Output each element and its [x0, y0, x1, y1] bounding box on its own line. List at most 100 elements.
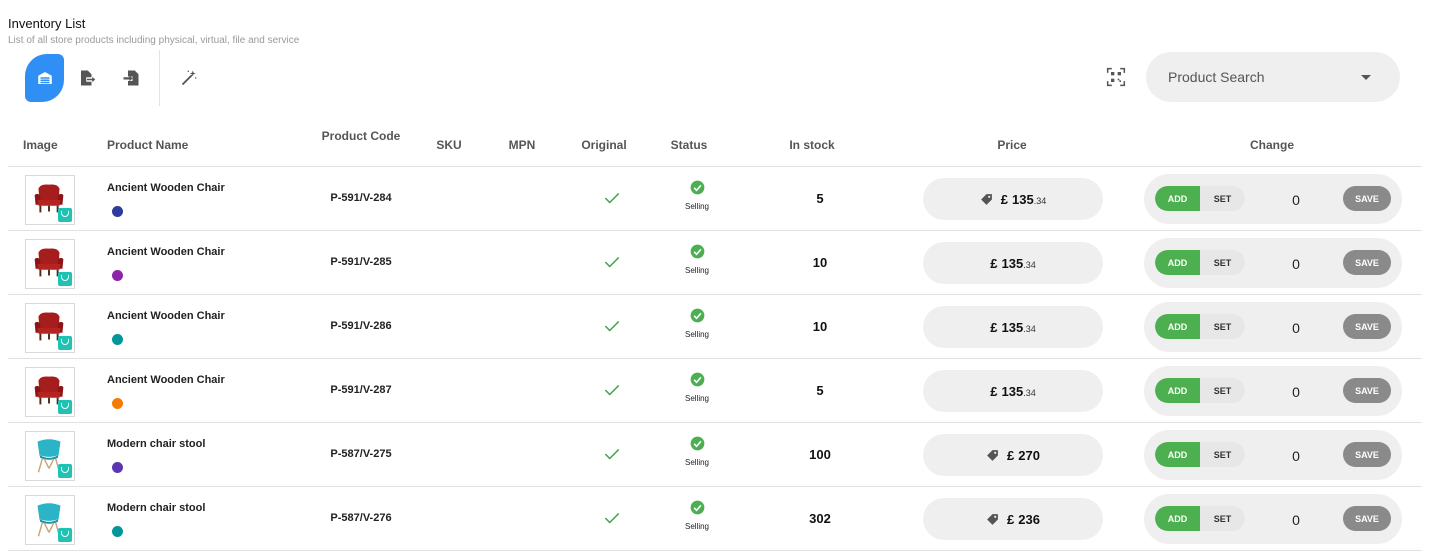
- quantity-input[interactable]: [1269, 378, 1323, 405]
- checkmark-icon: [604, 256, 620, 268]
- set-mode-button[interactable]: SET: [1200, 378, 1245, 403]
- product-thumbnail[interactable]: [25, 367, 75, 417]
- product-name[interactable]: Ancient Wooden Chair: [107, 374, 225, 386]
- quantity-input[interactable]: [1269, 314, 1323, 341]
- stock-count: 302: [809, 511, 831, 526]
- column-header-original: Original: [581, 138, 627, 152]
- change-mode-toggle: ADD SET: [1155, 506, 1245, 531]
- save-button[interactable]: SAVE: [1343, 186, 1391, 211]
- export-button[interactable]: [67, 54, 107, 102]
- product-code: P-591/V-284: [330, 192, 392, 204]
- product-code: P-587/V-276: [330, 512, 392, 524]
- stock-count: 10: [812, 255, 828, 270]
- table-row: Ancient Wooden Chair P-591/V-286 Selling 10…: [8, 295, 1422, 359]
- shopping-bag-icon: [58, 528, 72, 542]
- set-mode-button[interactable]: SET: [1200, 186, 1245, 211]
- quantity-input[interactable]: [1269, 506, 1323, 533]
- table-row: Modern chair stool P-587/V-276 Selling 302 £…: [8, 487, 1422, 551]
- price-tag-icon: [980, 193, 992, 205]
- price-currency: £: [990, 319, 998, 335]
- set-mode-button[interactable]: SET: [1200, 314, 1245, 339]
- save-button[interactable]: SAVE: [1343, 442, 1391, 467]
- product-thumbnail[interactable]: [25, 239, 75, 289]
- price-button[interactable]: £135.34: [923, 178, 1103, 220]
- change-mode-toggle: ADD SET: [1155, 314, 1245, 339]
- set-mode-button[interactable]: SET: [1200, 506, 1245, 531]
- table-row: Ancient Wooden Chair P-591/V-285 Selling 10…: [8, 231, 1422, 295]
- color-swatch: [112, 462, 123, 473]
- product-search-select[interactable]: Product Search: [1146, 52, 1400, 102]
- product-name[interactable]: Ancient Wooden Chair: [107, 310, 225, 322]
- product-thumbnail[interactable]: [25, 303, 75, 353]
- add-mode-button[interactable]: ADD: [1155, 186, 1200, 211]
- shopping-bag-icon: [58, 208, 72, 222]
- status-label: Selling: [684, 458, 710, 467]
- product-name[interactable]: Ancient Wooden Chair: [107, 182, 225, 194]
- set-mode-button[interactable]: SET: [1200, 442, 1245, 467]
- qr-scan-button[interactable]: [1101, 62, 1131, 92]
- product-thumbnail[interactable]: [25, 495, 75, 545]
- save-button[interactable]: SAVE: [1343, 378, 1391, 403]
- quantity-input[interactable]: [1269, 186, 1323, 213]
- checkmark-icon: [604, 384, 620, 396]
- price-decimal: .34: [1023, 260, 1036, 270]
- column-header-change: Change: [1249, 138, 1295, 152]
- stock-count: 100: [809, 447, 831, 462]
- product-code: P-591/V-285: [330, 256, 392, 268]
- price-currency: £: [1007, 447, 1015, 463]
- add-mode-button[interactable]: ADD: [1155, 378, 1200, 403]
- shopping-bag-icon: [58, 272, 72, 286]
- import-icon: [123, 70, 139, 86]
- row-divider: [8, 550, 1422, 551]
- product-name[interactable]: Ancient Wooden Chair: [107, 246, 225, 258]
- product-thumbnail[interactable]: [25, 431, 75, 481]
- check-circle-icon: [690, 308, 705, 323]
- save-button[interactable]: SAVE: [1343, 250, 1391, 275]
- checkmark-icon: [604, 512, 620, 524]
- quantity-input[interactable]: [1269, 250, 1323, 277]
- check-circle-icon: [690, 500, 705, 515]
- stock-change-control: ADDSET SAVE: [1144, 494, 1402, 544]
- magic-wand-icon: [182, 70, 197, 85]
- price-amount: 270: [1018, 447, 1040, 463]
- product-thumbnail[interactable]: [25, 175, 75, 225]
- price-currency: £: [990, 255, 998, 271]
- import-button[interactable]: [111, 54, 151, 102]
- color-swatch: [112, 398, 123, 409]
- product-name[interactable]: Modern chair stool: [107, 438, 205, 450]
- checkmark-icon: [604, 320, 620, 332]
- add-mode-button[interactable]: ADD: [1155, 250, 1200, 275]
- color-swatch: [112, 526, 123, 537]
- price-button[interactable]: £135.34: [923, 306, 1103, 348]
- save-button[interactable]: SAVE: [1343, 506, 1391, 531]
- price-button[interactable]: £135.34: [923, 242, 1103, 284]
- change-mode-toggle: ADD SET: [1155, 378, 1245, 403]
- price-button[interactable]: £135.34: [923, 370, 1103, 412]
- set-mode-button[interactable]: SET: [1200, 250, 1245, 275]
- column-header-in-stock: In stock: [789, 138, 835, 152]
- status-label: Selling: [684, 522, 710, 531]
- warehouse-button[interactable]: [25, 54, 64, 102]
- save-button[interactable]: SAVE: [1343, 314, 1391, 339]
- magic-wand-button[interactable]: [169, 54, 209, 102]
- add-mode-button[interactable]: ADD: [1155, 506, 1200, 531]
- check-circle-icon: [690, 436, 705, 451]
- check-circle-icon: [690, 180, 705, 195]
- price-button[interactable]: £270: [923, 434, 1103, 476]
- price-button[interactable]: £236: [923, 498, 1103, 540]
- table-row: Ancient Wooden Chair P-591/V-287 Selling 5 £…: [8, 359, 1422, 423]
- quantity-input[interactable]: [1269, 442, 1323, 469]
- price-currency: £: [1000, 191, 1008, 207]
- add-mode-button[interactable]: ADD: [1155, 442, 1200, 467]
- check-circle-icon: [690, 244, 705, 259]
- price-tag-icon: [987, 449, 998, 461]
- table-row: Ancient Wooden Chair P-591/V-284 Selling 5 £…: [8, 167, 1422, 231]
- qr-scan-icon: [1106, 67, 1126, 87]
- stock-change-control: ADDSET SAVE: [1144, 174, 1402, 224]
- product-name[interactable]: Modern chair stool: [107, 502, 205, 514]
- add-mode-button[interactable]: ADD: [1155, 314, 1200, 339]
- price-amount: 135: [1001, 255, 1024, 271]
- color-swatch: [112, 334, 123, 345]
- stock-change-control: ADDSET SAVE: [1144, 302, 1402, 352]
- change-mode-toggle: ADD SET: [1155, 442, 1245, 467]
